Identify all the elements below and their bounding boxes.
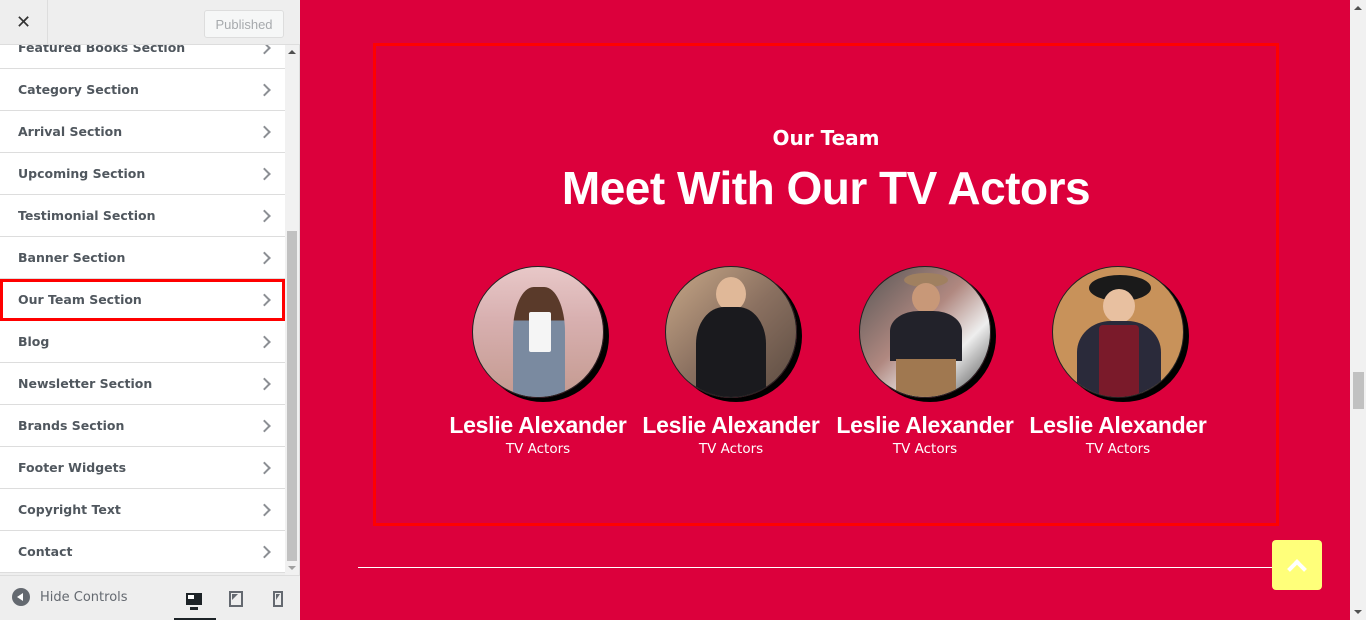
chevron-right-icon [258, 167, 271, 180]
mobile-icon [273, 590, 283, 607]
chevron-right-icon [258, 503, 271, 516]
sidebar-item-label: Our Team Section [18, 292, 142, 307]
sidebar-item-our-team[interactable]: Our Team Section [0, 279, 285, 321]
device-tablet-button[interactable] [216, 576, 256, 620]
sidebar-header: ✕ Published [0, 0, 300, 45]
sidebar-item-newsletter[interactable]: Newsletter Section [0, 363, 285, 405]
team-title: Meet With Our TV Actors [561, 162, 1091, 214]
team-member-card: Leslie Alexander TV Actors [1028, 266, 1208, 457]
collapse-arrow-icon [12, 588, 30, 606]
sidebar-item-label: Arrival Section [18, 124, 123, 139]
scrollbar-thumb[interactable] [287, 231, 297, 561]
published-button[interactable]: Published [204, 10, 284, 38]
scroll-up-arrow-icon[interactable] [288, 50, 296, 54]
sidebar-item-label: Banner Section [18, 250, 126, 265]
chevron-right-icon [258, 293, 271, 306]
sidebar-item-upcoming[interactable]: Upcoming Section [0, 153, 285, 195]
sidebar-item-label: Upcoming Section [18, 166, 146, 181]
member-name: Leslie Alexander [449, 412, 627, 438]
our-team-section[interactable]: Our Team Meet With Our TV Actors Leslie … [373, 43, 1279, 526]
sidebar-item-banner[interactable]: Banner Section [0, 237, 285, 279]
scrollbar-thumb[interactable] [1353, 372, 1364, 409]
member-photo [1052, 266, 1184, 398]
sidebar-item-label: Testimonial Section [18, 208, 156, 223]
sidebar-item-footer-widgets[interactable]: Footer Widgets [0, 447, 285, 489]
close-icon: ✕ [15, 12, 32, 33]
device-mobile-button[interactable] [258, 576, 298, 620]
chevron-right-icon [258, 251, 271, 264]
chevron-right-icon [258, 83, 271, 96]
sidebar-item-copyright[interactable]: Copyright Text [0, 489, 285, 531]
member-role: TV Actors [505, 441, 571, 457]
section-list: Featured Books Section Category Section … [0, 27, 285, 575]
sidebar-item-label: Category Section [18, 82, 139, 97]
member-photo [859, 266, 991, 398]
team-subtitle: Our Team [772, 126, 880, 150]
customizer-sidebar: ✕ Published Featured Books Section Categ… [0, 0, 300, 620]
chevron-right-icon [258, 419, 271, 432]
sidebar-item-blog[interactable]: Blog [0, 321, 285, 363]
chevron-right-icon [258, 335, 271, 348]
team-member-card: Leslie Alexander TV Actors [835, 266, 1015, 457]
member-name: Leslie Alexander [642, 412, 820, 438]
sidebar-item-contact[interactable]: Contact [0, 531, 285, 573]
chevron-up-icon [1287, 559, 1307, 579]
sidebar-item-label: Blog [18, 334, 50, 349]
sidebar-item-category[interactable]: Category Section [0, 69, 285, 111]
sidebar-item-label: Footer Widgets [18, 460, 127, 475]
tablet-icon [229, 590, 243, 607]
site-preview: Our Team Meet With Our TV Actors Leslie … [300, 0, 1350, 620]
sidebar-item-label: Copyright Text [18, 502, 121, 517]
member-role: TV Actors [698, 441, 764, 457]
chevron-right-icon [258, 377, 271, 390]
page-scrollbar[interactable] [1350, 0, 1366, 620]
scroll-up-arrow-icon[interactable] [1354, 6, 1362, 10]
sidebar-scrollbar[interactable] [285, 45, 299, 575]
back-to-top-button[interactable] [1272, 540, 1322, 590]
chevron-right-icon [258, 125, 271, 138]
member-role: TV Actors [892, 441, 958, 457]
sidebar-item-label: Newsletter Section [18, 376, 153, 391]
sidebar-item-label: Brands Section [18, 418, 125, 433]
sidebar-item-brands[interactable]: Brands Section [0, 405, 285, 447]
scroll-down-arrow-icon[interactable] [288, 566, 296, 570]
hide-controls-label: Hide Controls [40, 589, 128, 605]
member-role: TV Actors [1085, 441, 1151, 457]
scroll-down-arrow-icon[interactable] [1354, 610, 1362, 614]
chevron-right-icon [258, 545, 271, 558]
member-photo [472, 266, 604, 398]
hide-controls-button[interactable]: Hide Controls [12, 588, 128, 606]
desktop-icon [186, 592, 202, 610]
sidebar-item-arrival[interactable]: Arrival Section [0, 111, 285, 153]
sidebar-item-testimonial[interactable]: Testimonial Section [0, 195, 285, 237]
device-desktop-button[interactable] [174, 576, 216, 620]
chevron-right-icon [258, 461, 271, 474]
close-button[interactable]: ✕ [0, 0, 48, 45]
sidebar-footer: Hide Controls [0, 575, 300, 620]
section-divider [358, 567, 1278, 568]
member-photo [665, 266, 797, 398]
team-member-card: Leslie Alexander TV Actors [448, 266, 628, 457]
chevron-right-icon [258, 209, 271, 222]
member-name: Leslie Alexander [836, 412, 1014, 438]
team-member-card: Leslie Alexander TV Actors [641, 266, 821, 457]
sidebar-item-label: Contact [18, 544, 73, 559]
member-name: Leslie Alexander [1029, 412, 1207, 438]
